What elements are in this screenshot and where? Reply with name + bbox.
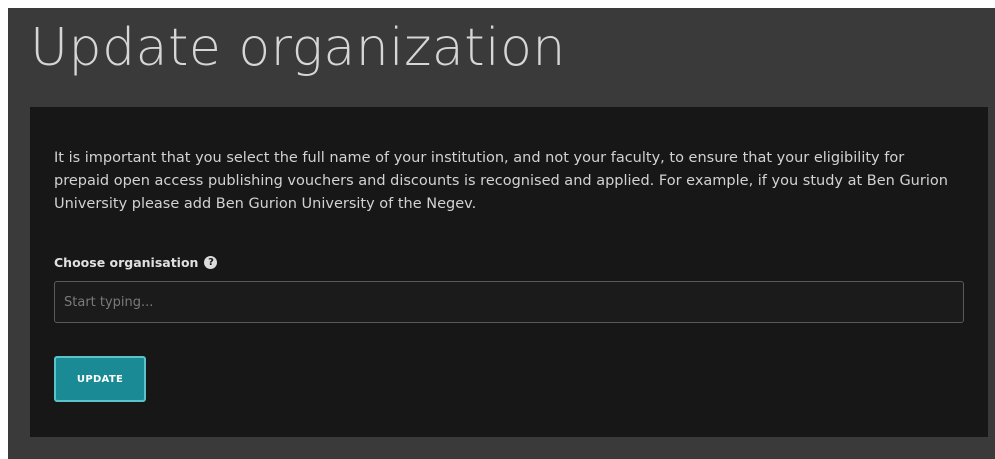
- page-title: Update organization: [30, 18, 566, 78]
- intro-text: It is important that you select the full…: [54, 150, 948, 212]
- update-organization-panel: It is important that you select the full…: [30, 107, 988, 437]
- page-frame: Update organization It is important that…: [8, 8, 995, 459]
- organisation-search-input[interactable]: [54, 281, 964, 323]
- organisation-label-row: Choose organisation ?: [54, 255, 218, 270]
- update-button[interactable]: UPDATE: [54, 356, 146, 402]
- help-icon[interactable]: ?: [204, 256, 218, 269]
- organisation-field-label: Choose organisation: [54, 255, 199, 270]
